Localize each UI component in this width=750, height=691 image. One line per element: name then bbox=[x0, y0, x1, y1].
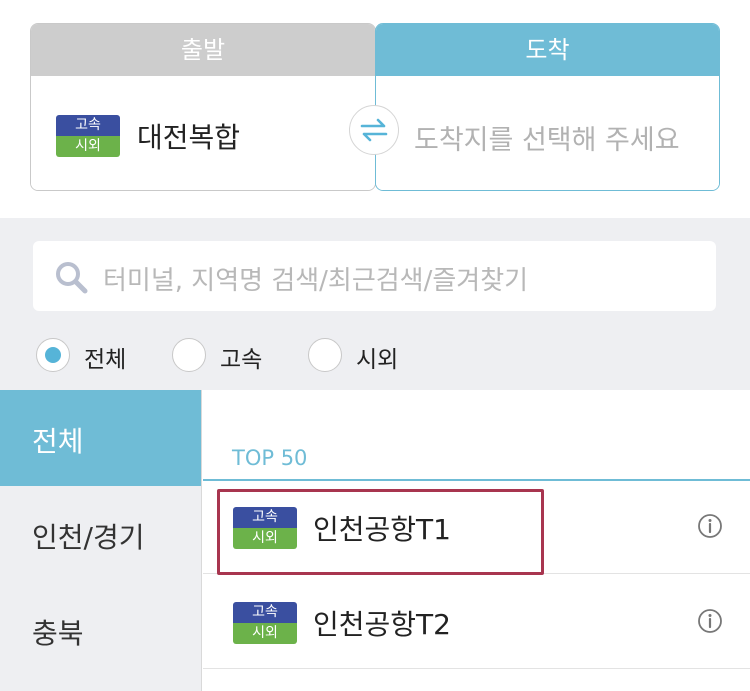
radio-icon bbox=[308, 338, 342, 372]
departure-card[interactable]: 출발 고속 시외 대전복합 bbox=[30, 23, 376, 191]
search-icon bbox=[56, 262, 88, 294]
radio-selected-icon bbox=[36, 338, 70, 372]
search-placeholder: 터미널, 지역명 검색/최근검색/즐겨찾기 bbox=[103, 266, 529, 296]
intercity-badge-label: 시외 bbox=[233, 623, 297, 644]
selection-highlight bbox=[217, 489, 544, 575]
region-sidebar: 전체 인천/경기 충북 bbox=[0, 390, 202, 691]
departure-terminal: 대전복합 bbox=[137, 121, 241, 154]
search-panel: 터미널, 지역명 검색/최근검색/즐겨찾기 전체 고속 시외 bbox=[0, 218, 750, 390]
info-icon[interactable] bbox=[697, 513, 723, 539]
express-badge-label: 고속 bbox=[233, 602, 297, 623]
filter-express-label: 고속 bbox=[220, 347, 263, 373]
info-icon[interactable] bbox=[697, 608, 723, 634]
region-item-all[interactable]: 전체 bbox=[0, 390, 201, 486]
filter-intercity-label: 시외 bbox=[356, 347, 399, 373]
arrival-placeholder: 도착지를 선택해 주세요 bbox=[414, 125, 680, 156]
swap-arrows-icon bbox=[360, 118, 388, 142]
swap-button[interactable] bbox=[349, 105, 399, 155]
region-item-incheon-gyeonggi[interactable]: 인천/경기 bbox=[0, 486, 201, 582]
route-selector: 출발 고속 시외 대전복합 도착 도착지를 선택해 주세요 bbox=[0, 0, 750, 218]
filter-all-label: 전체 bbox=[84, 347, 127, 373]
intercity-badge-label: 시외 bbox=[56, 136, 120, 157]
region-label: 전체 bbox=[32, 425, 84, 458]
region-item-chungbuk[interactable]: 충북 bbox=[0, 582, 201, 678]
arrival-card[interactable]: 도착 도착지를 선택해 주세요 bbox=[375, 23, 720, 191]
arrival-header: 도착 bbox=[376, 24, 719, 76]
region-label: 충북 bbox=[32, 617, 84, 650]
terminal-name: 인천공항T2 bbox=[313, 608, 451, 641]
bus-type-badge: 고속 시외 bbox=[233, 602, 297, 644]
list-section-title: TOP 50 bbox=[232, 446, 308, 470]
express-badge-label: 고속 bbox=[56, 115, 120, 136]
radio-icon bbox=[172, 338, 206, 372]
search-input[interactable]: 터미널, 지역명 검색/최근검색/즐겨찾기 bbox=[33, 241, 716, 311]
region-label: 인천/경기 bbox=[32, 521, 145, 554]
departure-header: 출발 bbox=[31, 24, 375, 76]
bus-type-badge: 고속 시외 bbox=[56, 115, 120, 157]
terminal-row[interactable]: 고속 시외 인천공항T2 bbox=[203, 576, 750, 669]
